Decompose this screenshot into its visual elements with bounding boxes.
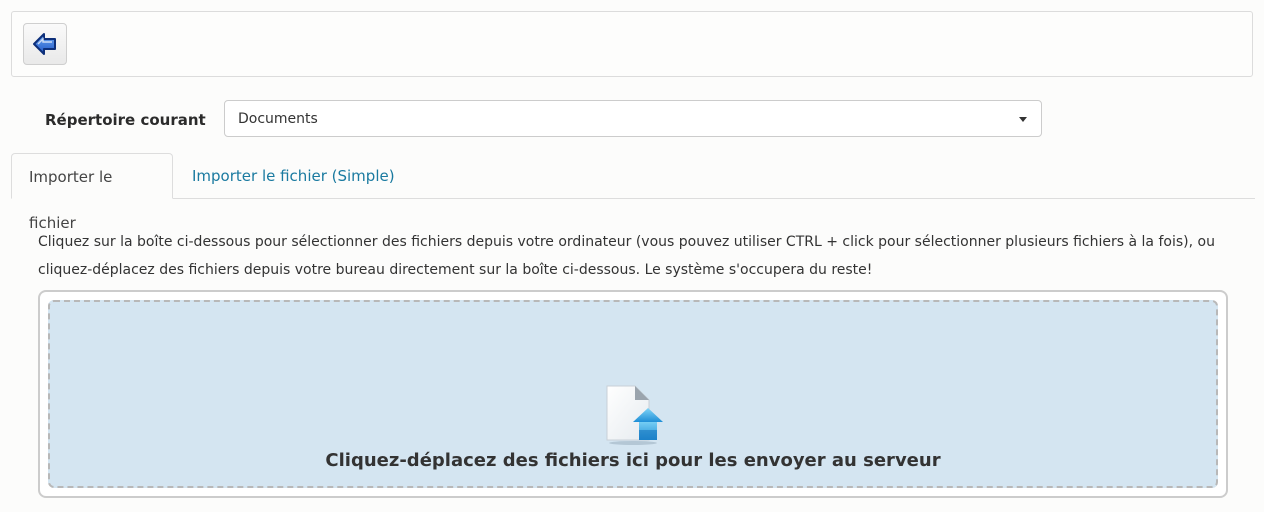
directory-select-value: Documents xyxy=(238,111,318,127)
back-button[interactable] xyxy=(23,23,67,65)
tab-import-file[interactable]: Importer le fichier xyxy=(11,153,173,232)
upload-instructions: Cliquez sur la boîte ci-dessous pour sél… xyxy=(38,234,1215,278)
directory-select[interactable]: Documents xyxy=(224,100,1042,137)
file-upload-icon xyxy=(606,385,663,445)
arrow-left-icon xyxy=(33,33,56,55)
dropzone-container: Cliquez-déplacez des fichiers ici pour l… xyxy=(38,290,1228,498)
dropzone[interactable]: Cliquez-déplacez des fichiers ici pour l… xyxy=(48,300,1218,488)
dropzone-text: Cliquez-déplacez des fichiers ici pour l… xyxy=(325,450,941,471)
toolbar xyxy=(11,11,1253,77)
tab-import-file-simple[interactable]: Importer le fichier (Simple) xyxy=(175,153,412,199)
current-directory-label: Répertoire courant xyxy=(45,111,206,129)
caret-down-icon xyxy=(1019,117,1027,122)
tab-bar: Importer le fichier Importer le fichier … xyxy=(11,153,1255,232)
